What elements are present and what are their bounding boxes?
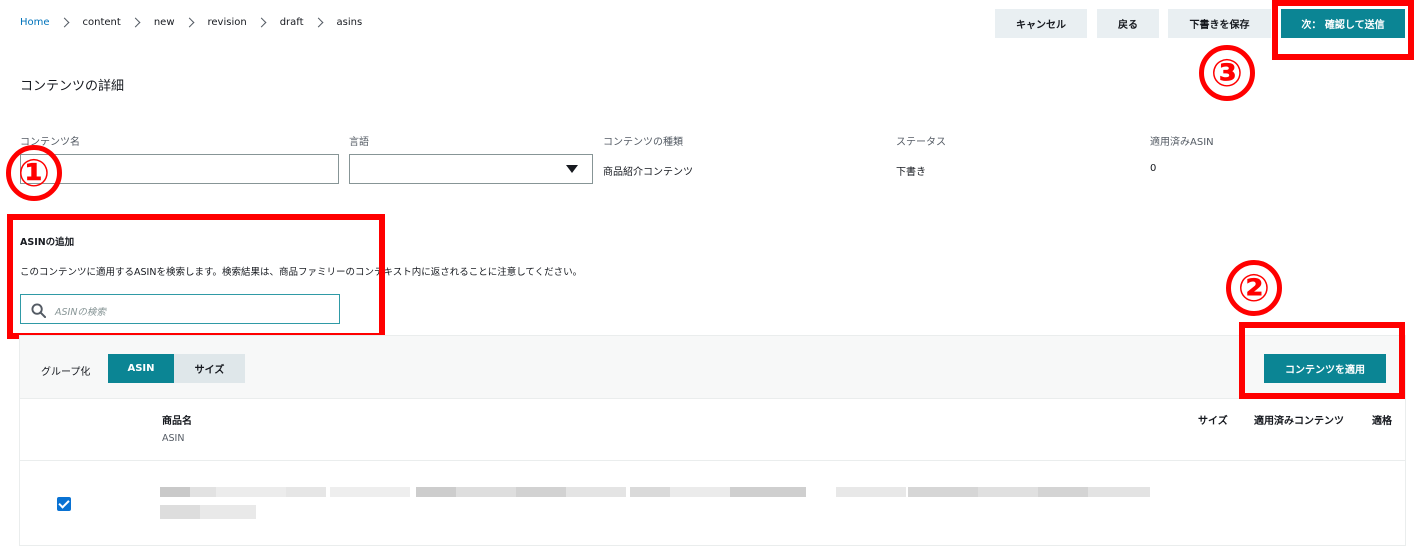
next-confirm-submit-button[interactable]: 次： 確認して送信: [1281, 9, 1405, 38]
breadcrumb-asins: asins: [336, 17, 363, 28]
cancel-button[interactable]: キャンセル: [995, 9, 1087, 38]
asin-results-panel: グループ化 ASIN サイズ コンテンツを適用 商品名 ASIN サイズ 適用済…: [19, 335, 1406, 546]
chevron-right-icon: [184, 17, 194, 28]
redacted-text: [836, 487, 906, 497]
content-name-input[interactable]: [20, 154, 339, 184]
save-draft-button[interactable]: 下書きを保存: [1168, 9, 1271, 38]
chevron-right-icon: [130, 17, 141, 28]
redacted-text: [670, 487, 730, 497]
column-header-product-name[interactable]: 商品名: [162, 412, 192, 427]
group-by-asin-toggle[interactable]: ASIN: [108, 354, 174, 383]
redacted-asin: [160, 505, 200, 519]
annotation-number-3: ③: [1199, 45, 1255, 101]
breadcrumb-home[interactable]: Home: [20, 17, 50, 28]
column-header-applied-content[interactable]: 適用済みコンテンツ: [1254, 412, 1344, 427]
redacted-text: [286, 487, 326, 497]
language-label: 言語: [349, 137, 369, 148]
chevron-right-icon: [59, 17, 69, 28]
back-button[interactable]: 戻る: [1097, 9, 1159, 38]
redacted-text: [456, 487, 516, 497]
redacted-text: [1088, 487, 1150, 497]
redacted-text: [416, 487, 456, 497]
column-header-asin: ASIN: [162, 433, 185, 444]
redacted-text: [630, 487, 670, 497]
caret-down-icon: [566, 165, 578, 173]
panel-toolbar: グループ化 ASIN サイズ コンテンツを適用: [20, 336, 1405, 399]
language-select[interactable]: [349, 154, 593, 184]
row-divider: [20, 460, 1405, 461]
breadcrumb: Home content new revision draft asins: [20, 17, 362, 28]
redacted-text: [730, 487, 806, 497]
breadcrumb-content[interactable]: content: [83, 17, 121, 28]
redacted-text: [216, 487, 286, 497]
asin-add-description: このコンテンツに適用するASINを検索します。検索結果は、商品ファミリーのコンテ…: [20, 267, 583, 278]
redacted-text: [566, 487, 626, 497]
asin-search-input[interactable]: ASINの検索: [20, 294, 340, 324]
annotation-number-1: ①: [6, 145, 62, 201]
table-row[interactable]: [160, 487, 1150, 527]
row-select-checkbox[interactable]: [57, 497, 71, 511]
breadcrumb-revision[interactable]: revision: [208, 17, 247, 28]
content-type-label: コンテンツの種類: [603, 137, 683, 148]
redacted-text: [978, 487, 1038, 497]
search-icon: [31, 303, 46, 318]
breadcrumb-draft[interactable]: draft: [280, 17, 304, 28]
search-placeholder: ASINの検索: [55, 307, 106, 318]
grouping-label: グループ化: [41, 367, 91, 378]
asin-add-title: ASINの追加: [20, 237, 75, 248]
column-header-size[interactable]: サイズ: [1198, 412, 1228, 427]
redacted-text: [190, 487, 216, 497]
redacted-text: [160, 487, 190, 497]
status-value: 下書き: [896, 167, 926, 178]
page-title: コンテンツの詳細: [20, 79, 125, 94]
redacted-text: [908, 487, 978, 497]
group-by-size-toggle[interactable]: サイズ: [174, 354, 245, 383]
apply-content-button[interactable]: コンテンツを適用: [1264, 354, 1386, 383]
applied-asin-value: 0: [1150, 163, 1157, 174]
column-header-eligible[interactable]: 適格: [1372, 412, 1392, 427]
applied-asin-label: 適用済みASIN: [1150, 137, 1214, 148]
redacted-asin: [200, 505, 256, 519]
redacted-text: [330, 487, 410, 497]
redacted-text: [1038, 487, 1088, 497]
annotation-number-2: ②: [1226, 260, 1282, 316]
status-label: ステータス: [896, 137, 946, 148]
chevron-right-icon: [313, 17, 323, 28]
content-type-value: 商品紹介コンテンツ: [603, 167, 693, 178]
chevron-right-icon: [256, 17, 267, 28]
breadcrumb-new[interactable]: new: [154, 17, 175, 28]
redacted-text: [516, 487, 566, 497]
